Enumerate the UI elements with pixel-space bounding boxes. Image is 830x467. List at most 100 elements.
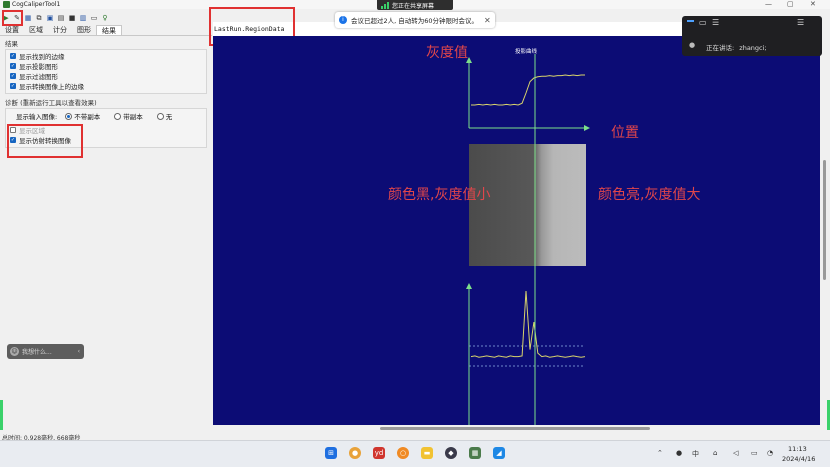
ask-bubble-text: 我想什么...: [22, 349, 52, 356]
checkbox-icon: ✓: [10, 83, 16, 89]
lower-y-arrow: [466, 283, 472, 289]
diagnostics-group-label: 诊断 (重新运行工具以查看效果): [5, 99, 97, 107]
check-show-filter[interactable]: ✓ 显示过滤图形: [10, 71, 202, 81]
annotation-dark-small: 颜色黑,灰度值小: [388, 187, 491, 203]
yd-icon[interactable]: yd: [373, 447, 385, 459]
profile-title: 投影曲线: [515, 47, 538, 55]
share-banner-text: 您正在共享屏幕: [392, 2, 435, 10]
checkbox-icon: ✓: [10, 73, 16, 79]
maximize-icon[interactable]: ▢: [787, 0, 794, 8]
layout-icon[interactable]: ☰: [712, 18, 719, 27]
radio-label: 不带副本: [74, 113, 101, 121]
close-icon[interactable]: ✕: [484, 16, 491, 25]
affine-transformed-image: [469, 144, 586, 266]
clock-date[interactable]: 2024/4/16: [782, 455, 815, 463]
network-icon[interactable]: ⌂: [713, 449, 717, 457]
input-image-row: 显示输入图像: 不带副本 带副本 无: [10, 111, 202, 121]
window-icon[interactable]: ▭: [699, 18, 707, 27]
folder-icon[interactable]: ▬: [421, 447, 433, 459]
close-icon[interactable]: ✕: [810, 0, 816, 8]
check-label: 显示找到的边缘: [19, 53, 65, 61]
radio-none[interactable]: 无: [156, 111, 173, 121]
screen-share-banner[interactable]: 您正在共享屏幕: [377, 0, 453, 10]
volume-icon[interactable]: ◁: [733, 449, 738, 457]
results-group: ✓ 显示找到的边缘 ✓ 显示投影图形 ✓ 显示过滤图形 ✓ 显示转换图像上的边缘: [5, 49, 207, 94]
input-image-label: 显示输入图像:: [16, 113, 58, 121]
radio-label: 带副本: [123, 113, 143, 121]
speaking-indicator: 正在讲话: zhangci;: [706, 42, 767, 52]
radio-with-copy[interactable]: 带副本: [114, 111, 143, 121]
grid-icon[interactable]: ▦: [23, 13, 33, 23]
toolbar: ▶ ✎ ▦ ⧉ ▣ ▤ ■ ▥ ▭ ♀: [0, 12, 212, 24]
tab-bar: 设置 区域 计分 图形 结果: [0, 25, 212, 36]
radio-label: 无: [165, 113, 173, 121]
collapse-icon[interactable]: ‹: [78, 348, 80, 355]
tab-results[interactable]: 结果: [96, 25, 122, 35]
monitor-icon[interactable]: ▭: [89, 13, 99, 23]
highlight-box-affine: [7, 124, 83, 158]
copy-icon[interactable]: ⧉: [34, 13, 44, 23]
graphics-settings-panel: 结果 ✓ 显示找到的边缘 ✓ 显示投影图形 ✓ 显示过滤图形 ✓ 显示转换图像上的边缘 …: [5, 38, 207, 438]
tab-region[interactable]: 区域: [24, 25, 48, 35]
save-icon[interactable]: ▣: [45, 13, 55, 23]
radio-icon: [65, 112, 73, 120]
notice-text: 会议已超过2人, 自动转为60分钟限时会议。: [351, 17, 479, 25]
key-icon[interactable]: ♀: [100, 13, 110, 23]
tab-graphics[interactable]: 图形: [72, 25, 96, 35]
check-show-transformed-edges[interactable]: ✓ 显示转换图像上的边缘: [10, 81, 202, 91]
radio-icon: [114, 112, 122, 120]
assistant-icon: ☺: [10, 347, 19, 356]
highlight-box-toolbar: [2, 10, 23, 26]
upper-x-arrow: [584, 125, 590, 131]
search-app-icon[interactable]: ○: [397, 447, 409, 459]
ime-indicator[interactable]: 中: [692, 449, 699, 459]
check-label: 显示过滤图形: [19, 73, 58, 81]
minimize-icon[interactable]: [687, 20, 694, 22]
filter-curve: [470, 290, 586, 358]
checkbox-icon: ✓: [10, 53, 16, 59]
speaking-label: 正在讲话:: [706, 44, 735, 52]
menu-icon[interactable]: ☰: [797, 18, 804, 27]
taskbar: [0, 440, 830, 467]
tab-scoring[interactable]: 计分: [48, 25, 72, 35]
vertical-scroll-thumb[interactable]: [823, 160, 826, 280]
microphone-icon[interactable]: ●: [689, 41, 695, 49]
image-icon[interactable]: ▤: [56, 13, 66, 23]
ime-icon[interactable]: ●: [676, 449, 682, 457]
tray-expand-icon[interactable]: ⌃: [657, 449, 663, 457]
horizontal-scroll-thumb[interactable]: [380, 427, 650, 430]
battery-icon[interactable]: ▭: [751, 449, 758, 457]
profile-display-svg: 投影曲线: [466, 47, 590, 425]
image-display[interactable]: 投影曲线: [213, 36, 820, 425]
window-title: CogCaliperTool1: [12, 1, 61, 8]
game-icon[interactable]: ◆: [445, 447, 457, 459]
check-show-found-edges[interactable]: ✓ 显示找到的边缘: [10, 51, 202, 61]
app-icon: [3, 1, 10, 8]
notification-icon[interactable]: ◔: [767, 449, 773, 457]
speaker-name: zhangci;: [739, 44, 767, 52]
windows-icon[interactable]: ⊞: [325, 447, 337, 459]
signal-icon: [381, 1, 389, 9]
annotation-gray-value: 灰度值: [426, 45, 468, 61]
ask-bubble[interactable]: ☺ 我想什么... ‹: [7, 344, 84, 359]
clock-time[interactable]: 11:13: [788, 445, 807, 453]
check-label: 显示投影图形: [19, 63, 58, 71]
check-label: 显示转换图像上的边缘: [19, 83, 84, 91]
meeting-icon[interactable]: ◢: [493, 447, 505, 459]
annotation-bright-large: 颜色亮,灰度值大: [598, 187, 701, 203]
check-show-projection[interactable]: ✓ 显示投影图形: [10, 61, 202, 71]
meeting-notice: i 会议已超过2人, 自动转为60分钟限时会议。 ✕: [335, 12, 495, 28]
chrome-icon[interactable]: ●: [349, 447, 361, 459]
results-group-label: 结果: [5, 40, 18, 48]
radio-no-copy[interactable]: 不带副本: [65, 111, 100, 121]
projection-curve: [471, 74, 585, 106]
info-icon: i: [339, 16, 347, 24]
chart-icon[interactable]: ▥: [78, 13, 88, 23]
minimize-icon[interactable]: —: [765, 0, 772, 8]
share-edge-marker: [0, 400, 3, 430]
annotation-position: 位置: [611, 125, 639, 141]
app-icon[interactable]: ▦: [469, 447, 481, 459]
tab-settings[interactable]: 设置: [0, 25, 24, 35]
radio-icon: [156, 112, 164, 120]
stop-icon[interactable]: ■: [67, 13, 77, 23]
